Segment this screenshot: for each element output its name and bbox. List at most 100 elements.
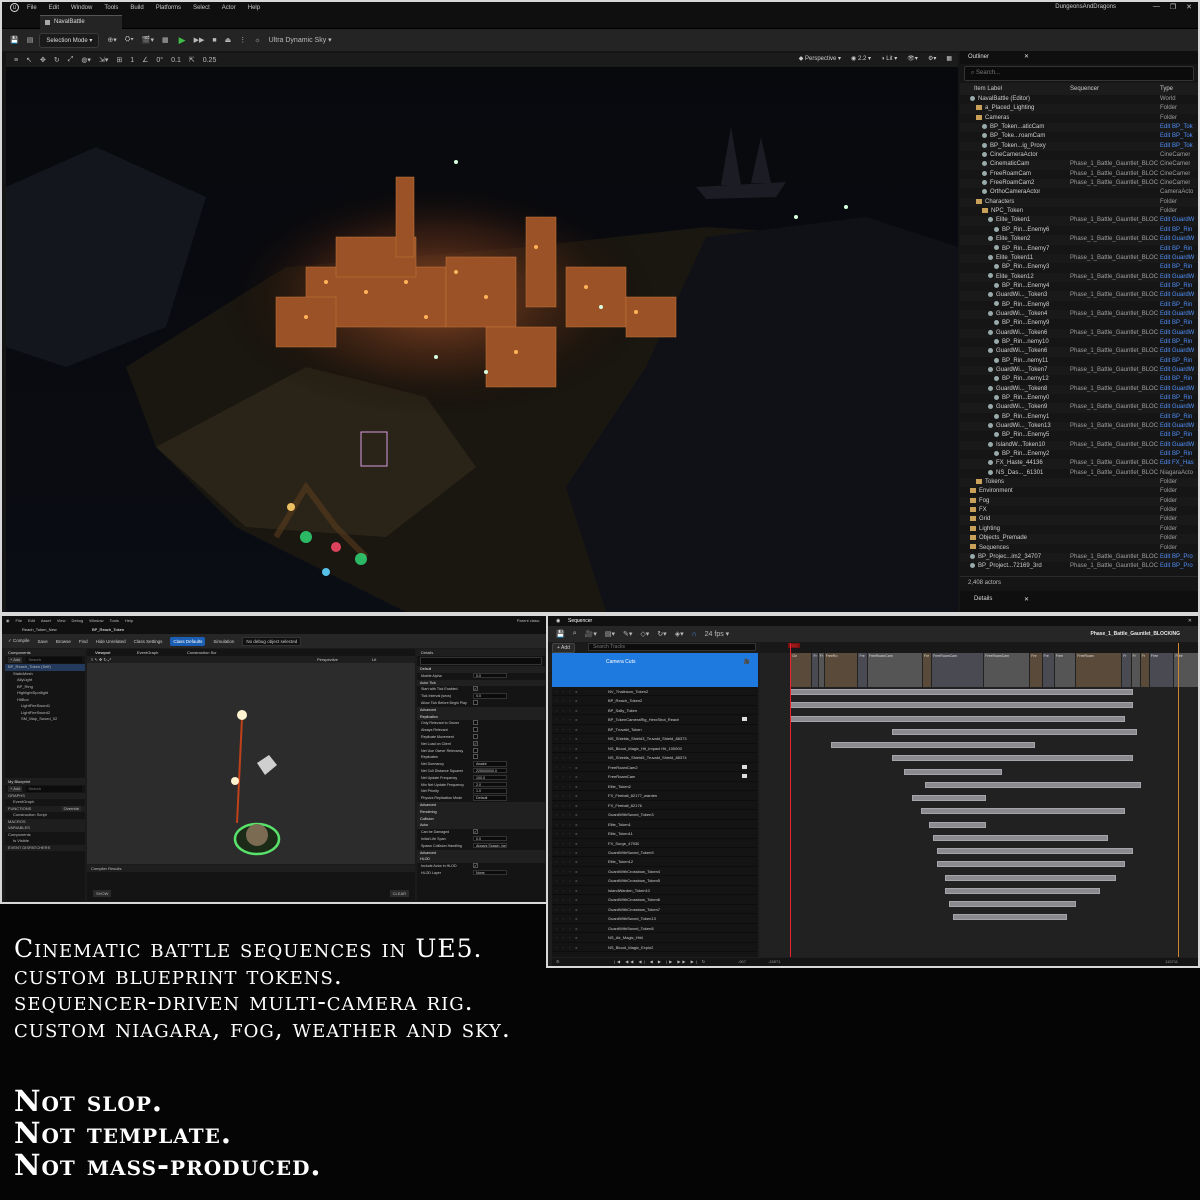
- edit-blueprint-link[interactable]: Edit GuardW: [1160, 235, 1194, 244]
- sequencer-track-row[interactable]: ◦ ◦ ◦ ▸ BP_Sally_Token: [552, 706, 758, 716]
- track-section-bar[interactable]: [924, 781, 1141, 788]
- layout-icon[interactable]: ▦: [946, 55, 952, 62]
- playback-icon[interactable]: ↻▾: [657, 630, 666, 638]
- show-icon[interactable]: 👁▾: [907, 55, 918, 62]
- outliner-row[interactable]: Tokens Folder: [960, 478, 1198, 488]
- track-controls-icon[interactable]: ◦ ◦ ◦ ▸: [556, 755, 580, 760]
- close-icon[interactable]: ✕: [1024, 596, 1029, 603]
- sky-dropdown[interactable]: Ultra Dynamic Sky ▾: [269, 36, 332, 44]
- range-start[interactable]: -15571: [768, 959, 780, 964]
- stop-icon[interactable]: ■: [212, 37, 216, 44]
- playhead[interactable]: [790, 643, 791, 957]
- find-icon[interactable]: ⌕: [573, 630, 577, 638]
- track-controls-icon[interactable]: ◦ ◦ ◦ ▸: [556, 803, 580, 808]
- edit-blueprint-link[interactable]: Edit BP_Tok: [1160, 123, 1193, 132]
- outliner-row[interactable]: OrthoCameraActor CameraActo: [960, 188, 1198, 197]
- tab-construction-script[interactable]: Construction Scr: [187, 650, 217, 655]
- fps-dropdown[interactable]: 24 fps ▾: [705, 630, 730, 638]
- track-controls-icon[interactable]: ◦ ◦ ◦ ▸: [556, 717, 580, 722]
- sequencer-track-row[interactable]: ◦ ◦ ◦ ▸ FX_Fireball_82176: [552, 801, 758, 811]
- track-controls-icon[interactable]: ◦ ◦ ◦ ▸: [556, 926, 580, 931]
- track-controls-icon[interactable]: ◦ ◦ ◦ ▸: [556, 869, 580, 874]
- sequencer-track-row[interactable]: ◦ ◦ ◦ ▸ NS_Blood_Magic_Explo2: [552, 943, 758, 953]
- range-end[interactable]: 115711: [1165, 959, 1178, 964]
- edit-blueprint-link[interactable]: Edit GuardW: [1160, 347, 1194, 356]
- edit-blueprint-link[interactable]: Edit GuardW: [1160, 366, 1194, 375]
- camera-cut-section[interactable]: Fre: [857, 653, 867, 687]
- details-checkbox[interactable]: [473, 699, 478, 705]
- track-section-bar[interactable]: [790, 702, 1133, 709]
- details-category[interactable]: Default: [417, 666, 545, 673]
- details-property-value[interactable]: Default: [473, 795, 507, 801]
- more-icon[interactable]: ⋮: [239, 36, 246, 44]
- sequencer-tab[interactable]: Sequencer: [568, 618, 592, 624]
- sequencer-close-icon[interactable]: ✕: [1188, 618, 1192, 624]
- column-type[interactable]: Type: [1160, 86, 1173, 92]
- track-section-bar[interactable]: [945, 874, 1117, 881]
- details-category[interactable]: Replication: [417, 713, 545, 721]
- save-button[interactable]: Save: [38, 639, 48, 644]
- outliner-row[interactable]: Elite_Token1 Phase_1_Battle_Gauntlet_BLOC…: [960, 216, 1198, 226]
- menu-window[interactable]: Window: [71, 5, 92, 11]
- outliner-row[interactable]: GuardWi..._Token13 Phase_1_Battle_Gauntle…: [960, 422, 1198, 432]
- details-category[interactable]: Collision: [417, 815, 545, 823]
- details-tab[interactable]: Details ✕: [960, 591, 1198, 612]
- details-checkbox[interactable]: ✓: [473, 863, 478, 869]
- menu-help[interactable]: Help: [248, 5, 260, 11]
- sequencer-track-row[interactable]: ◦ ◦ ◦ ▸ GuardWithSword_Token13: [552, 914, 758, 924]
- edit-blueprint-link[interactable]: Edit GuardW: [1160, 310, 1194, 319]
- class-defaults-button[interactable]: Class Defaults: [170, 636, 206, 646]
- outliner-row[interactable]: BP_Rin...nemy11 Edit BP_Rin: [960, 357, 1198, 366]
- content-browser-icon[interactable]: ▤: [27, 36, 34, 44]
- bp-lit-dropdown[interactable]: Lit: [372, 657, 376, 662]
- track-controls-icon[interactable]: ◦ ◦ ◦ ▸: [556, 831, 580, 836]
- select-icon[interactable]: ↖: [26, 56, 32, 64]
- bp-tab-bp-reach-token[interactable]: BP_Reach_Token: [92, 627, 124, 632]
- outliner-row[interactable]: Cameras Folder: [960, 114, 1198, 123]
- track-controls-icon[interactable]: ◦ ◦ ◦ ▸: [556, 765, 580, 770]
- edit-blueprint-link[interactable]: Edit BP_Rin: [1160, 226, 1192, 235]
- camera-cut-section[interactable]: Fr: [1121, 653, 1131, 687]
- sequencer-track-row[interactable]: ◦ ◦ ◦ ▸ Elite_Token12: [552, 857, 758, 867]
- edit-blueprint-link[interactable]: Edit GuardW: [1160, 273, 1194, 282]
- bp-viewport-menu-icon[interactable]: ≡ ↖ ✥ ↻ ⤢: [91, 657, 111, 662]
- track-controls-icon[interactable]: ◦ ◦ ◦ ▸: [556, 698, 580, 703]
- details-property-value[interactable]: 0.0: [473, 835, 507, 842]
- sequencer-track-row[interactable]: ◦ ◦ ◦ ▸ NS_Shields_Shield3_Truvald_Shield…: [552, 734, 758, 744]
- details-checkbox[interactable]: [473, 754, 478, 760]
- angle-snap-value[interactable]: 0°: [156, 57, 163, 64]
- edit-blueprint-link[interactable]: Edit BP_Rin: [1160, 450, 1192, 459]
- camera-cut-sections[interactable]: Cin Fr Fr FreeRo Fre FreeRoamCam Fre FreeRoamCa…: [790, 653, 1198, 687]
- outliner-row[interactable]: BP_Project...72169_3rd Phase_1_Battle_Gau…: [960, 562, 1198, 571]
- play-icon[interactable]: ▶: [179, 35, 186, 46]
- settings-icon[interactable]: ⚙▾: [928, 55, 936, 62]
- edit-blueprint-link[interactable]: Edit GuardW: [1160, 291, 1194, 300]
- sequencer-track-row[interactable]: ◦ ◦ ◦ ▸ NS_Air_Magic_Hit4: [552, 933, 758, 943]
- details-property-value[interactable]: 2.0: [473, 781, 507, 788]
- outliner-row[interactable]: BP_Projec...im2_34707 Phase_1_Battle_Gaun…: [960, 552, 1198, 563]
- menu-platforms[interactable]: Platforms: [156, 5, 181, 11]
- track-controls-icon[interactable]: ◦ ◦ ◦ ▸: [556, 736, 580, 741]
- track-controls-icon[interactable]: ◦ ◦ ◦ ▸: [556, 689, 580, 694]
- tab-eventgraph[interactable]: EventGraph: [137, 650, 158, 655]
- bp-menu-asset[interactable]: Asset: [41, 618, 51, 623]
- details-property-value[interactable]: 0.0: [473, 693, 507, 699]
- sequencer-timeline[interactable]: -907 Cin Fr Fr FreeRo Fre FreeRoamCam Fre FreeR…: [760, 643, 1198, 957]
- camera-cut-section[interactable]: Fr: [1139, 653, 1149, 687]
- outliner-row[interactable]: BP_Rin...Enemy4 Edit BP_Rin: [960, 282, 1198, 291]
- edit-blueprint-link[interactable]: Edit BP_Pro: [1160, 553, 1193, 562]
- outliner-row[interactable]: Lighting Folder: [960, 525, 1198, 534]
- details-property-value[interactable]: 100.0: [473, 774, 507, 781]
- bp-menu-view[interactable]: View: [57, 618, 66, 623]
- details-checkbox[interactable]: ✓: [473, 829, 478, 835]
- class-settings-button[interactable]: Class Settings: [134, 639, 163, 644]
- debug-object-dropdown[interactable]: No debug object selected: [242, 636, 302, 646]
- bp-details-search-input[interactable]: [420, 657, 542, 665]
- track-section-bar[interactable]: [830, 742, 1035, 749]
- perspective-dropdown[interactable]: ◆ Perspective ▾: [799, 55, 841, 62]
- outliner-row[interactable]: FreeRoamCam Phase_1_Battle_Gauntlet_BLOCK…: [960, 170, 1198, 179]
- bp-menu-file[interactable]: File: [16, 618, 22, 623]
- hide-unrelated-button[interactable]: Hide Unrelated: [96, 639, 126, 644]
- sequencer-track-row[interactable]: ◦ ◦ ◦ ▸ NS_Blood_Magic_Hit_Impact Hit_100…: [552, 744, 758, 754]
- section-event-dispatchers[interactable]: EVENT DISPATCHERS: [5, 844, 85, 851]
